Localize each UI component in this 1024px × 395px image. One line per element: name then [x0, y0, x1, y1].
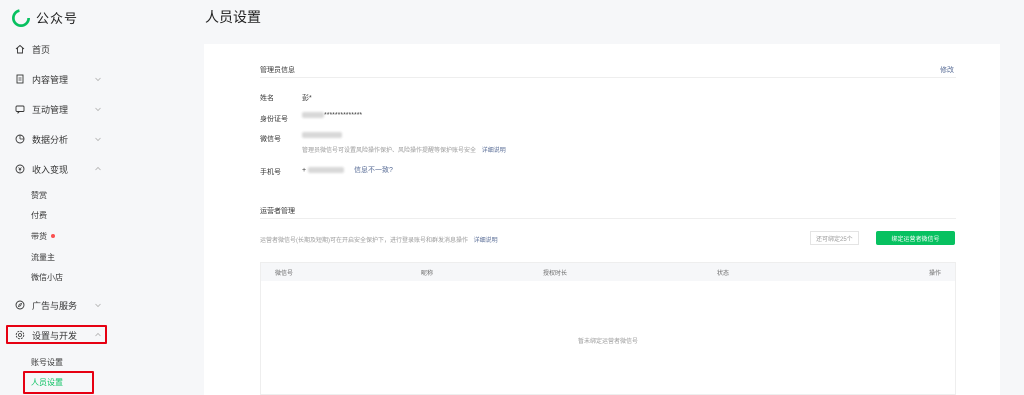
- sidebar-item-analytics[interactable]: 数据分析: [14, 131, 102, 147]
- sidebar-item-label: 广告与服务: [32, 300, 78, 311]
- sidebar-sub-item-traffic-owner[interactable]: 流量主: [31, 251, 55, 263]
- column-header-status: 状态: [717, 271, 730, 277]
- operators-desc-text: 运营者微信号(长期及短期)可在开启安全保护下，进行登录账号和群发消息操作: [260, 238, 468, 244]
- sidebar-sub-item-sales[interactable]: 带货: [31, 230, 55, 242]
- column-header-duration: 授权时长: [543, 271, 568, 277]
- document-icon: [14, 73, 26, 85]
- operators-desc: 运营者微信号(长期及短期)可在开启安全保护下，进行登录账号和群发消息操作 详细说…: [260, 235, 498, 244]
- sidebar-sub-item-staff-settings[interactable]: 人员设置: [31, 376, 63, 388]
- masked-wechat-id: [302, 132, 342, 139]
- column-header-actions: 操作: [929, 271, 942, 277]
- wechat-label: 微信号: [260, 136, 281, 143]
- id-value-row: **************: [302, 112, 362, 119]
- masked-phone: [308, 167, 345, 174]
- sidebar-item-settings[interactable]: 设置与开发: [14, 327, 102, 343]
- chevron-up-icon: [95, 166, 101, 171]
- chevron-down-icon: [95, 107, 101, 112]
- name-value: 彭*: [302, 95, 312, 102]
- notification-dot: [51, 234, 55, 238]
- chevron-down-icon: [95, 77, 101, 82]
- sidebar-sub-item-reward[interactable]: 赞赏: [31, 189, 47, 201]
- masked-id-prefix: [302, 112, 324, 119]
- sidebar-sub-item-wechat-shop[interactable]: 微信小店: [31, 271, 63, 283]
- wechat-value-row: [302, 132, 342, 139]
- chart-icon: [14, 133, 26, 145]
- sidebar-item-income[interactable]: 收入变现: [14, 161, 102, 177]
- table-header: 微信号 昵称 授权时长 状态 操作: [261, 263, 955, 281]
- sidebar-item-label: 互动管理: [32, 104, 69, 115]
- empty-state-text: 暂未绑定运营者微信号: [577, 339, 638, 345]
- sidebar-item-label: 首页: [32, 44, 51, 55]
- app-logo[interactable]: 公众号: [12, 8, 78, 27]
- operators-section-title: 运营者管理: [260, 208, 295, 215]
- sidebar-item-interaction[interactable]: 互动管理: [14, 101, 102, 117]
- divider: [260, 77, 956, 78]
- id-label: 身份证号: [260, 116, 288, 123]
- bind-operator-button[interactable]: 绑定运营者微信号: [876, 231, 955, 245]
- home-icon: [14, 43, 26, 55]
- chevron-up-icon: [95, 332, 101, 337]
- sidebar-item-home[interactable]: 首页: [14, 41, 102, 57]
- phone-label: 手机号: [260, 169, 281, 176]
- sidebar: 公众号 首页 内容管理 互动管理 数据分析 收入变现 赞赏 付费 带货 流量主 …: [0, 0, 114, 395]
- chevron-down-icon: [95, 303, 101, 308]
- edit-admin-link[interactable]: 修改: [940, 65, 954, 75]
- sidebar-item-label: 收入变现: [32, 164, 69, 175]
- sidebar-item-ads[interactable]: 广告与服务: [14, 297, 102, 313]
- gear-icon: [14, 329, 26, 341]
- money-icon: [14, 163, 26, 175]
- admin-section-title: 管理员信息: [260, 67, 295, 74]
- main-card: 管理员信息 修改 姓名 彭* 身份证号 ************** 微信号 管…: [204, 44, 1000, 395]
- sidebar-item-label: 数据分析: [32, 134, 69, 145]
- name-label: 姓名: [260, 95, 274, 102]
- operators-detail-link[interactable]: 详细说明: [474, 238, 498, 244]
- chat-icon: [14, 103, 26, 115]
- operators-table: 微信号 昵称 授权时长 状态 操作 暂未绑定运营者微信号: [260, 262, 956, 395]
- phone-value-row: + 信息不一致?: [302, 165, 393, 175]
- id-value: **************: [324, 112, 363, 119]
- compass-icon: [14, 299, 26, 311]
- remaining-count: 还可绑定25个: [810, 231, 859, 245]
- column-header-wechat: 微信号: [275, 271, 294, 277]
- app-name: 公众号: [36, 11, 79, 26]
- wechat-detail-link[interactable]: 详细说明: [482, 148, 506, 154]
- sidebar-item-label: 设置与开发: [32, 330, 78, 341]
- info-mismatch-link[interactable]: 信息不一致?: [354, 167, 393, 174]
- page-title: 人员设置: [205, 9, 261, 25]
- wechat-official-logo-icon: [12, 8, 30, 27]
- sidebar-item-content[interactable]: 内容管理: [14, 71, 102, 87]
- divider: [260, 218, 956, 219]
- wechat-hint-text: 管理员微信号可设置风险操作保护、风险操作提醒等保护账号安全: [302, 148, 477, 154]
- sidebar-sub-item-label: 带货: [31, 231, 47, 241]
- phone-prefix: +: [302, 167, 307, 174]
- chevron-down-icon: [95, 137, 101, 142]
- wechat-hint: 管理员微信号可设置风险操作保护、风险操作提醒等保护账号安全 详细说明: [302, 145, 506, 154]
- column-header-nickname: 昵称: [421, 271, 434, 277]
- sidebar-item-label: 内容管理: [32, 74, 69, 85]
- sidebar-sub-item-account-settings[interactable]: 账号设置: [31, 356, 63, 368]
- sidebar-sub-item-paid[interactable]: 付费: [31, 209, 47, 221]
